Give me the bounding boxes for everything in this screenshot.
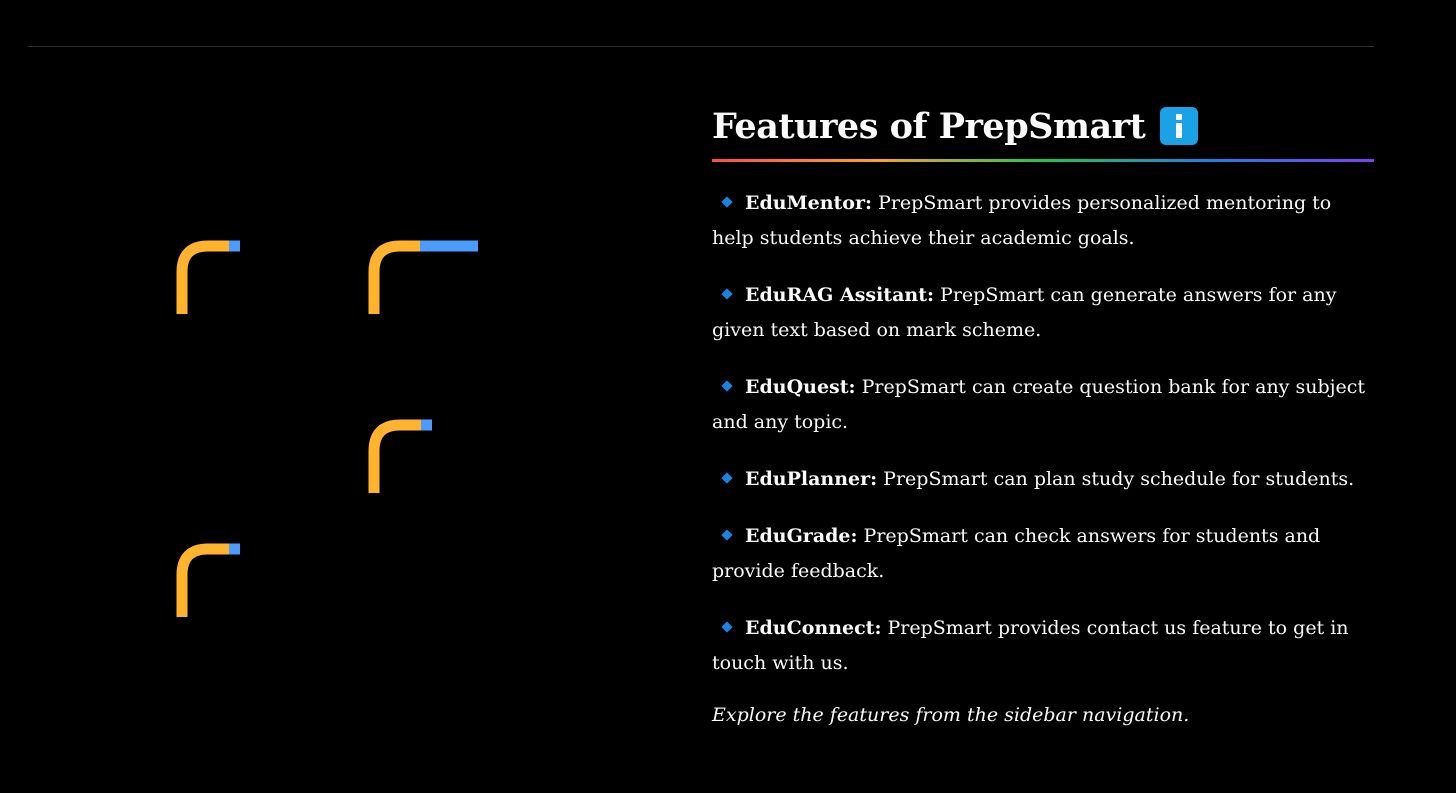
rainbow-divider: [712, 159, 1374, 162]
diamond-bullet-icon: [721, 380, 733, 392]
pipe-elbow-icon: [368, 238, 488, 318]
feature-item-edumentor: EduMentor: PrepSmart provides personaliz…: [712, 186, 1374, 256]
footer-note: Explore the features from the sidebar na…: [712, 704, 1190, 726]
page-title: Features of PrepSmart: [712, 105, 1146, 147]
feature-item-edugrade: EduGrade: PrepSmart can check answers fo…: [712, 519, 1374, 589]
title-row: Features of PrepSmart: [712, 100, 1374, 152]
feature-name: EduQuest:: [745, 376, 856, 398]
feature-name: EduConnect:: [745, 617, 882, 639]
pipe-elbow-icon: [368, 417, 488, 497]
features-section: Features of PrepSmart EduMentor: PrepSma…: [712, 100, 1374, 751]
feature-name: EduMentor:: [745, 192, 872, 214]
feature-item-educonnect: EduConnect: PrepSmart provides contact u…: [712, 611, 1374, 681]
feature-name: EduPlanner:: [745, 468, 878, 490]
feature-description: PrepSmart can plan study schedule for st…: [877, 468, 1355, 490]
feature-item-eduquest: EduQuest: PrepSmart can create question …: [712, 370, 1374, 440]
diamond-bullet-icon: [721, 196, 733, 208]
diamond-bullet-icon: [721, 529, 733, 541]
diamond-bullet-icon: [721, 621, 733, 633]
info-icon: [1160, 107, 1199, 145]
feature-name: EduRAG Assitant:: [745, 284, 934, 306]
page: Features of PrepSmart EduMentor: PrepSma…: [0, 0, 1456, 793]
pipe-elbow-icon: [176, 238, 296, 318]
feature-name: EduGrade:: [745, 525, 858, 547]
pipe-elbow-icon: [176, 541, 296, 621]
feature-item-edurag: EduRAG Assitant: PrepSmart can generate …: [712, 278, 1374, 348]
feature-item-eduplanner: EduPlanner: PrepSmart can plan study sch…: [712, 462, 1374, 497]
top-divider: [28, 46, 1374, 47]
diamond-bullet-icon: [721, 472, 733, 484]
features-list: EduMentor: PrepSmart provides personaliz…: [712, 186, 1374, 681]
diamond-bullet-icon: [721, 288, 733, 300]
